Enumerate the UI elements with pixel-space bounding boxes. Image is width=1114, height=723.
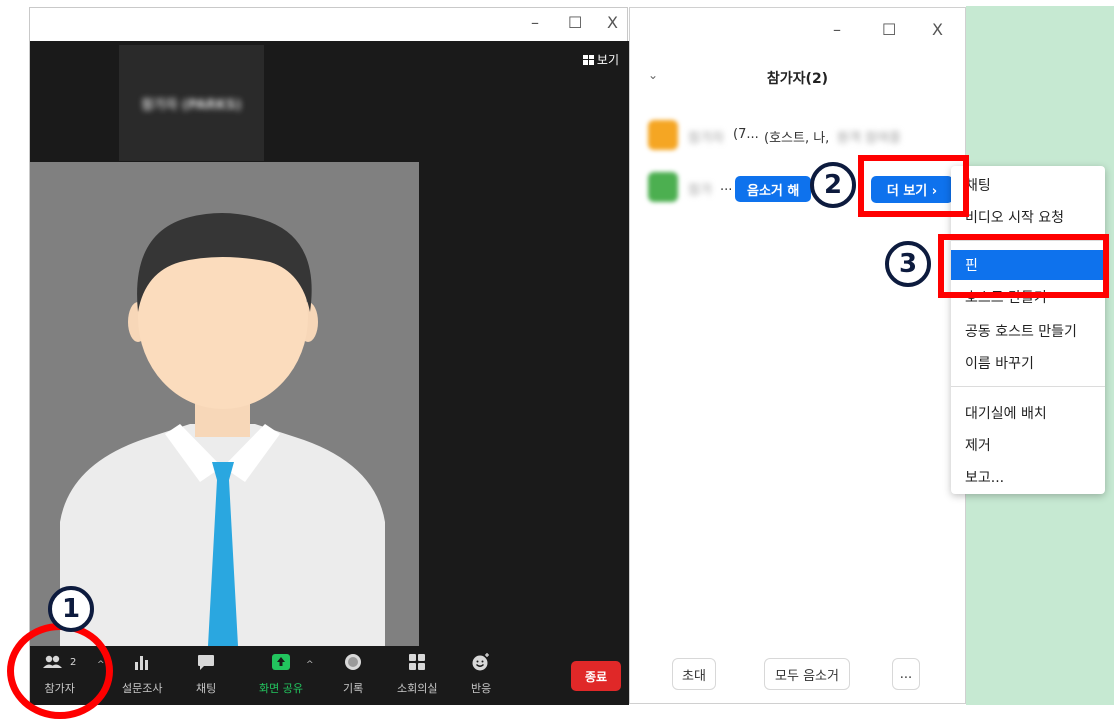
share-screen-label: 화면 공유: [259, 682, 303, 695]
menu-item-rename[interactable]: 이름 바꾸기: [951, 348, 1105, 378]
more-options-button[interactable]: ...: [892, 658, 920, 690]
mute-button[interactable]: 음소거 해: [735, 176, 812, 202]
maximize-button[interactable]: ☐: [568, 13, 582, 32]
video-area: 보기 참가자 (PARKS): [30, 41, 629, 646]
poll-icon: [134, 652, 150, 672]
close-button[interactable]: X: [607, 13, 618, 32]
grid-view-icon: [582, 54, 594, 65]
chat-button[interactable]: 채팅: [196, 652, 216, 696]
panel-maximize-button[interactable]: ☐: [882, 20, 896, 39]
participant-thumbnail[interactable]: 참가자 (PARKS): [119, 45, 264, 161]
panel-title: 참가자(2): [766, 71, 829, 87]
chat-label: 채팅: [196, 682, 217, 695]
panel-footer: 초대 모두 음소거 ...: [630, 656, 965, 696]
reactions-label: 반응: [471, 682, 492, 695]
participants-panel: – ☐ X ⌄ 참가자(2) 참가자 (7... (호스트, 나, 원격 참여중…: [629, 7, 966, 704]
participant-row[interactable]: 참가자 (7... (호스트, 나, 원격 참여중: [630, 116, 965, 156]
view-button-label: 보기: [596, 53, 619, 67]
poll-label: 설문조사: [122, 682, 163, 695]
mute-all-button[interactable]: 모두 음소거: [764, 658, 850, 690]
share-screen-icon: [271, 652, 291, 672]
step1-badge: 1: [48, 586, 94, 632]
step2-badge: 2: [810, 162, 856, 208]
record-label: 기록: [343, 682, 364, 695]
main-video-feed: [30, 162, 419, 646]
thumbnail-name: 참가자 (PARKS): [141, 97, 242, 113]
panel-minimize-button[interactable]: –: [833, 20, 841, 39]
participant-name: 참가: [688, 183, 712, 198]
title-bar: – ☐ X: [30, 8, 627, 41]
participant-role: (호스트, 나,: [764, 131, 830, 146]
record-icon: [344, 652, 362, 672]
panel-close-button[interactable]: X: [932, 20, 943, 39]
record-button[interactable]: 기록: [343, 652, 363, 696]
participant-context-menu: 채팅 비디오 시작 요청 핀 호스트 만들기 공동 호스트 만들기 이름 바꾸기…: [951, 166, 1105, 494]
menu-item-chat[interactable]: 채팅: [951, 170, 1105, 200]
breakout-rooms-button[interactable]: 소회의실: [397, 652, 437, 696]
participant-avatar: [648, 172, 678, 202]
step3-badge: 3: [885, 241, 931, 287]
step1-highlight-circle: [7, 623, 113, 719]
reactions-button[interactable]: 반응: [471, 652, 491, 696]
menu-item-report[interactable]: 보고...: [951, 462, 1105, 492]
share-screen-button[interactable]: 화면 공유: [259, 652, 303, 696]
meeting-toolbar: 2 참가자 ^ 설문조사 채팅 화면 공유 ^ 기록 소회의실 반응 종료: [30, 646, 629, 705]
avatar-illustration: [30, 162, 419, 646]
invite-button[interactable]: 초대: [672, 658, 716, 690]
panel-header: – ☐ X ⌄ 참가자(2): [630, 8, 965, 108]
participant-status: 원격 참여중: [837, 131, 901, 146]
reactions-icon: [471, 652, 491, 672]
step3-highlight-rect: [938, 234, 1109, 298]
menu-item-waiting-room[interactable]: 대기실에 배치: [951, 398, 1105, 428]
end-meeting-button[interactable]: 종료: [571, 661, 621, 691]
breakout-rooms-icon: [408, 652, 426, 672]
step2-highlight-rect: [858, 155, 969, 217]
minimize-button[interactable]: –: [531, 13, 539, 32]
menu-divider: [951, 386, 1105, 387]
poll-button[interactable]: 설문조사: [122, 652, 162, 696]
menu-item-remove[interactable]: 제거: [951, 430, 1105, 460]
share-caret-icon[interactable]: ^: [306, 660, 314, 670]
participant-name-ellipsis: ...: [720, 179, 733, 194]
view-button[interactable]: 보기: [582, 51, 619, 68]
menu-item-make-cohost[interactable]: 공동 호스트 만들기: [951, 316, 1105, 346]
zoom-meeting-window: – ☐ X 보기 참가자 (PARKS) 2 참가자 ^ 설문조사 채팅 화면 …: [29, 7, 629, 705]
chat-icon: [197, 652, 215, 672]
participant-name-suffix: (7...: [733, 127, 759, 142]
breakout-rooms-label: 소회의실: [397, 682, 438, 695]
participant-avatar: [648, 120, 678, 150]
menu-item-request-video[interactable]: 비디오 시작 요청: [951, 202, 1105, 232]
participant-name: 참가자: [688, 131, 724, 146]
